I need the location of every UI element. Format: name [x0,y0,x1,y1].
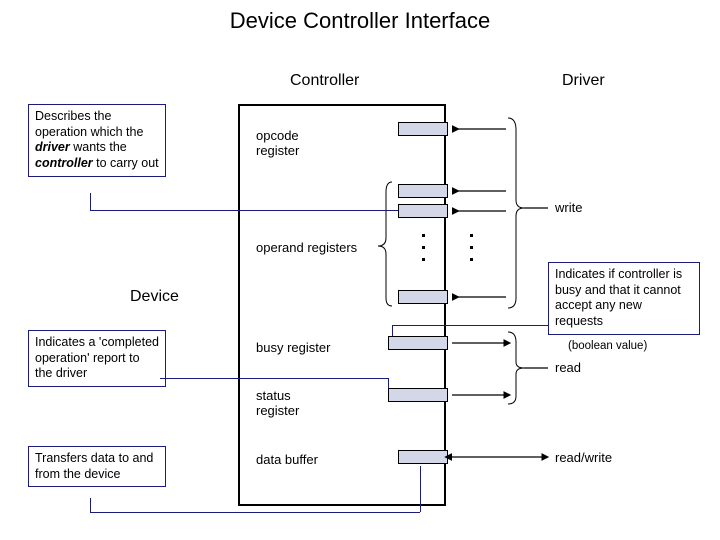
connector-busy-v [392,325,393,336]
note-status: Indicates a 'completed operation' report… [28,330,166,387]
reg-busy [388,336,448,350]
connector-status-h [160,378,388,379]
heading-device: Device [130,288,179,306]
connector-opcode-h [90,210,398,211]
note-data-buffer: Transfers data to and from the device [28,446,166,487]
label-read: read [555,360,581,375]
label-write: write [555,200,582,215]
label-busy: busy register [256,340,330,355]
reg-operand-2 [398,204,448,218]
reg-status [388,388,448,402]
connector-opcode-v [90,193,91,210]
connector-busy-h [392,325,548,326]
label-opcode: opcode register [256,128,299,158]
controller-box [238,104,446,506]
connector-databuf-v2 [420,466,421,512]
note-busy: Indicates if controller is busy and that… [548,262,700,335]
connector-databuf-h [90,512,420,513]
reg-operand-n [398,290,448,304]
reg-data-buffer [398,450,448,464]
label-status: status register [256,388,299,418]
page-title: Device Controller Interface [0,8,720,34]
label-operand: operand registers [256,240,357,255]
note-busy-type: (boolean value) [568,340,647,352]
label-data-buffer: data buffer [256,452,318,467]
reg-opcode [398,122,448,136]
note-opcode: Describes the operation which the driver… [28,104,166,177]
connector-databuf-v [90,498,91,512]
heading-controller: Controller [290,72,359,90]
label-readwrite: read/write [555,450,612,465]
connector-status-v [388,378,389,388]
heading-driver: Driver [562,72,605,90]
reg-operand-1 [398,184,448,198]
